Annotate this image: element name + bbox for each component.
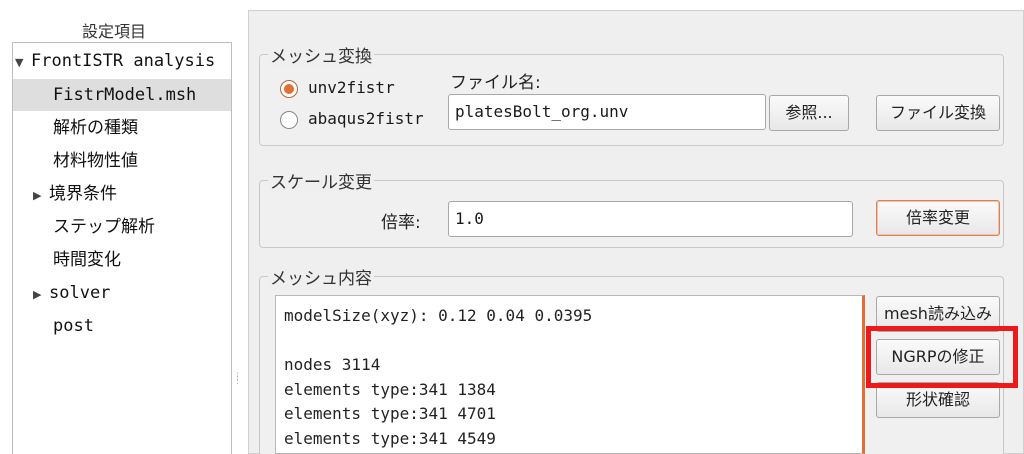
tree-item-label: 解析の種類: [53, 118, 138, 138]
file-name-input[interactable]: platesBolt_org.unv: [448, 94, 766, 130]
tree-item-step[interactable]: ステップ解析: [53, 211, 155, 243]
tree-item-frontistr-analysis[interactable]: ▼ FrontISTR analysis: [15, 45, 215, 77]
mesh-info-textarea[interactable]: modelSize(xyz): 0.12 0.04 0.0395 nodes 3…: [275, 295, 865, 454]
scale-label: 倍率:: [381, 213, 421, 233]
tree-item-boundary[interactable]: ▶ 境界条件: [33, 178, 117, 210]
tree-item-material[interactable]: 材料物性値: [53, 145, 138, 177]
mesh-info-line: [284, 329, 862, 354]
tree-item-analysis-type[interactable]: 解析の種類: [53, 112, 138, 144]
scale-change-title: スケール変更: [268, 168, 374, 193]
tree-item-label: 時間変化: [53, 250, 121, 270]
settings-title: 設定項目: [82, 22, 147, 41]
tree-item-label: FistrModel.msh: [53, 85, 197, 105]
mesh-info-line: elements type:341 4701: [284, 404, 496, 423]
tree-item-label: solver: [49, 283, 111, 303]
highlight-box: [866, 326, 1018, 388]
browse-button[interactable]: 参照...: [769, 95, 849, 131]
tree-item-label: 境界条件: [49, 184, 117, 204]
settings-tree: ▼ FrontISTR analysis FistrModel.msh 解析の種類…: [12, 42, 232, 454]
file-name-label: ファイル名:: [450, 73, 541, 93]
radio-unselected-icon[interactable]: [280, 110, 298, 129]
tree-item-label: FrontISTR analysis: [31, 51, 216, 71]
radio-label: unv2fistr: [308, 78, 395, 97]
radio-selected-icon[interactable]: [280, 79, 298, 98]
radio-unv2fistr[interactable]: unv2fistr: [280, 77, 395, 99]
mesh-info-line: elements type:341 4549: [284, 428, 496, 448]
radio-label: abaqus2fistr: [308, 109, 424, 128]
radio-abaqus2fistr[interactable]: abaqus2fistr: [280, 108, 424, 130]
tree-item-post[interactable]: post: [53, 310, 94, 342]
splitter-handle[interactable]: ⋮ ⋮: [233, 373, 242, 386]
tree-item-label: ステップ解析: [53, 217, 155, 237]
expand-arrow-icon[interactable]: ▶: [33, 180, 49, 212]
mesh-content-title: メッシュ内容: [268, 264, 374, 289]
collapse-arrow-icon[interactable]: ▼: [15, 47, 31, 79]
mesh-convert-title: メッシュ変換: [268, 42, 374, 67]
tree-item-fistrmodel-msh[interactable]: FistrModel.msh: [13, 79, 231, 111]
mesh-info-line: elements type:341 1384: [284, 379, 496, 399]
tree-item-time[interactable]: 時間変化: [53, 244, 121, 276]
scale-apply-button[interactable]: 倍率変更: [876, 200, 1000, 236]
tree-item-solver[interactable]: ▶ solver: [33, 277, 110, 309]
expand-arrow-icon[interactable]: ▶: [33, 279, 49, 311]
tree-item-label: post: [53, 316, 94, 336]
tree-item-label: 材料物性値: [53, 151, 138, 171]
mesh-info-line: modelSize(xyz): 0.12 0.04 0.0395: [284, 306, 593, 325]
mesh-info-line: nodes 3114: [284, 355, 381, 374]
file-convert-button[interactable]: ファイル変換: [876, 95, 1000, 131]
scale-input[interactable]: 1.0: [448, 201, 853, 237]
